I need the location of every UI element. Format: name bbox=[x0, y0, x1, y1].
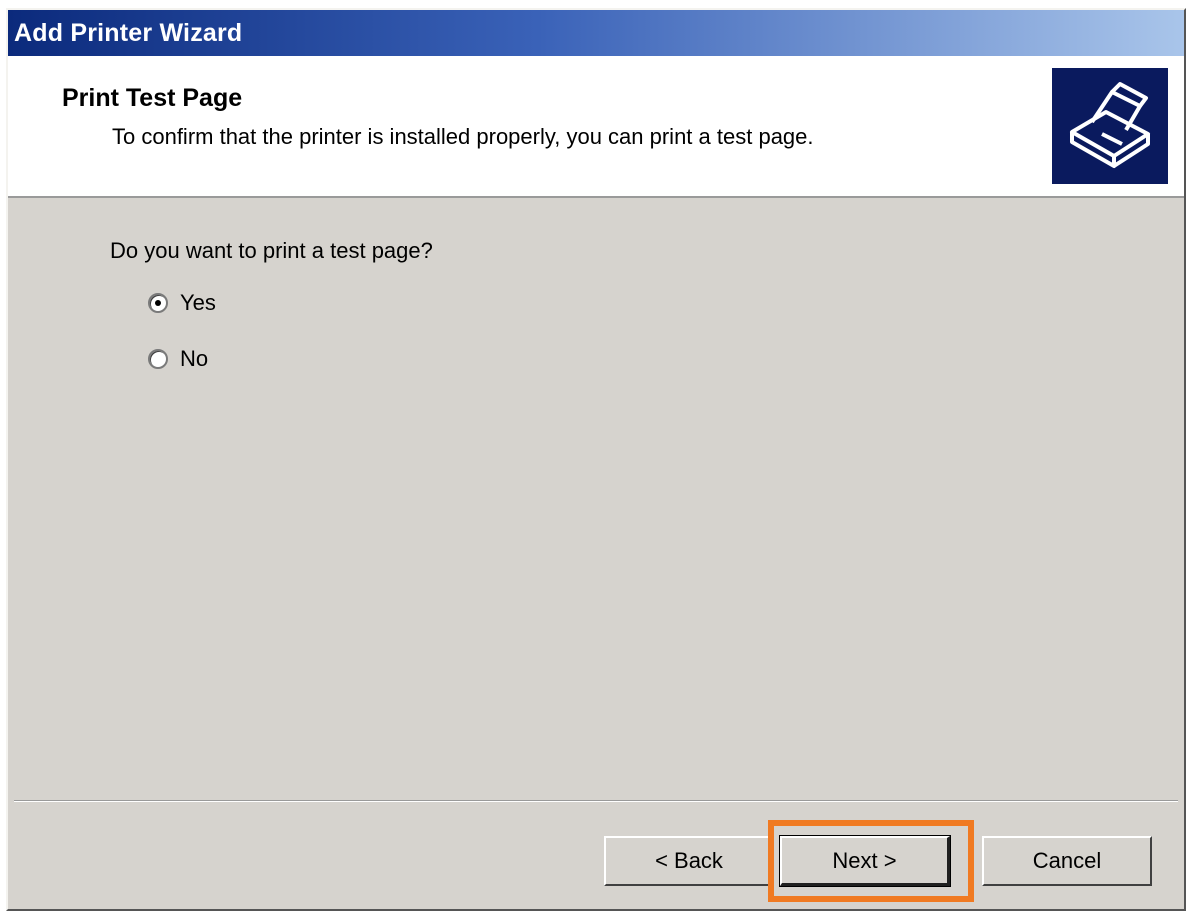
footer-separator bbox=[14, 800, 1178, 802]
page-subtitle: To confirm that the printer is installed… bbox=[112, 124, 814, 149]
wizard-window: Add Printer Wizard Print Test Page To co… bbox=[6, 8, 1186, 911]
next-button[interactable]: Next > bbox=[779, 835, 951, 887]
page-title: Print Test Page bbox=[62, 84, 243, 112]
title-bar[interactable]: Add Printer Wizard bbox=[8, 10, 1184, 56]
test-page-question: Do you want to print a test page? bbox=[110, 238, 433, 263]
back-button[interactable]: < Back bbox=[604, 836, 774, 886]
radio-option-no[interactable]: No bbox=[148, 346, 208, 372]
radio-no[interactable] bbox=[148, 349, 168, 369]
radio-no-label[interactable]: No bbox=[180, 346, 208, 372]
printer-icon-graphic bbox=[1070, 82, 1150, 168]
radio-yes-label[interactable]: Yes bbox=[180, 290, 216, 316]
wizard-header: Print Test Page To confirm that the prin… bbox=[8, 56, 1184, 198]
printer-icon bbox=[1052, 68, 1168, 184]
radio-selected-dot bbox=[155, 300, 161, 306]
radio-yes[interactable] bbox=[148, 293, 168, 313]
cancel-button[interactable]: Cancel bbox=[982, 836, 1152, 886]
radio-option-yes[interactable]: Yes bbox=[148, 290, 216, 316]
window-title: Add Printer Wizard bbox=[14, 18, 243, 47]
